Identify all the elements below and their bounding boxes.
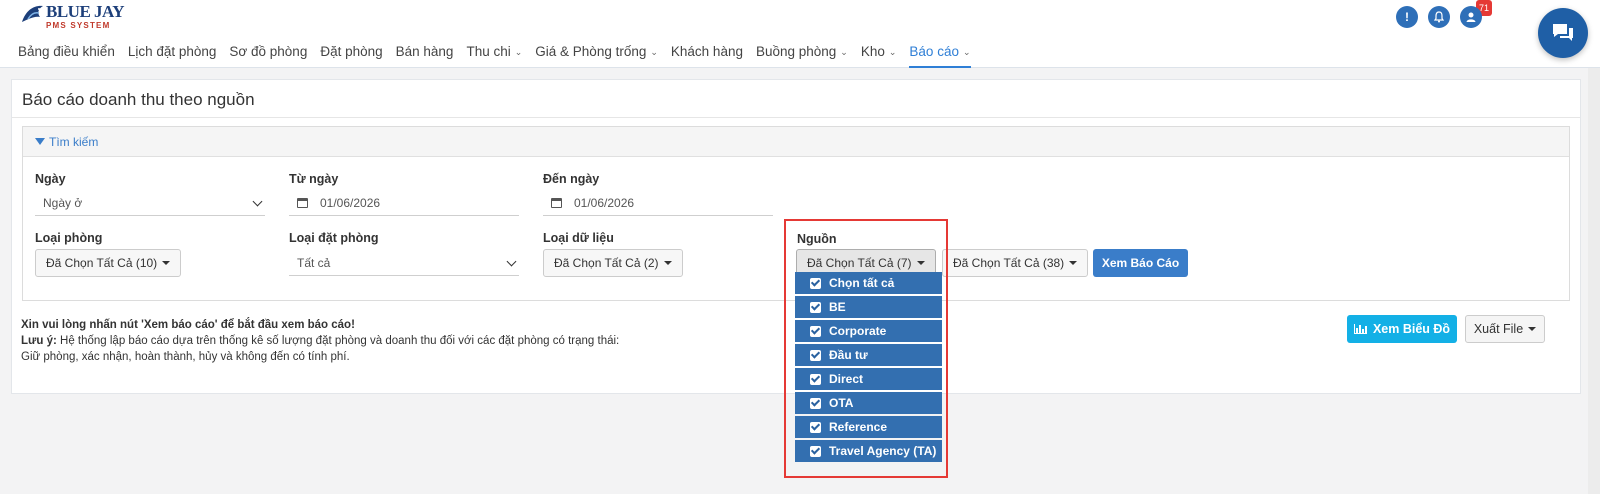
- nav-item-label: Kho: [860, 44, 885, 59]
- to-date-input[interactable]: 01/06/2026: [543, 190, 773, 216]
- date-type-select[interactable]: Ngày ở: [35, 190, 265, 216]
- bird-logo-icon: [22, 5, 43, 22]
- divider: [12, 117, 1580, 118]
- brand-name: BLUE JAY: [46, 2, 125, 21]
- nav-item-label: Bảng điều khiển: [18, 44, 115, 59]
- bell-icon[interactable]: [1428, 6, 1450, 28]
- chevron-down-icon: ⌄: [962, 47, 971, 57]
- report-note: Xin vui lòng nhấn nút 'Xem báo cáo' để b…: [21, 317, 619, 365]
- highlight-box: [784, 219, 948, 478]
- chevron-down-icon: [252, 196, 263, 207]
- calendar-icon: [551, 197, 562, 208]
- nav-item-label: Đặt phòng: [320, 44, 383, 59]
- nav-item[interactable]: Bảng điều khiển: [18, 40, 115, 68]
- nav-item-label: Giá & Phòng trống: [535, 44, 647, 59]
- from-date-label: Từ ngày: [289, 172, 339, 186]
- nav-item[interactable]: Buồng phòng ⌄: [756, 40, 848, 68]
- brand-subtitle: PMS SYSTEM: [46, 21, 111, 30]
- nav-item[interactable]: Khách hàng: [671, 40, 743, 68]
- page-title: Báo cáo doanh thu theo nguồn: [22, 90, 255, 109]
- nav-item[interactable]: Bán hàng: [396, 40, 454, 68]
- view-report-button[interactable]: Xem Báo Cáo: [1093, 249, 1188, 277]
- nav-item[interactable]: Thu chi ⌄: [466, 40, 522, 68]
- page-scrollbar[interactable]: [1588, 68, 1600, 494]
- booking-type-label: Loại đặt phòng: [289, 231, 379, 245]
- room-type-dropdown[interactable]: Đã Chọn Tất Cả (10): [35, 249, 182, 277]
- nav-item[interactable]: Kho ⌄: [861, 40, 897, 68]
- caret-down-icon: [1528, 327, 1537, 331]
- nav-item-label: Buồng phòng: [755, 44, 837, 59]
- extra-filter-dropdown[interactable]: Đã Chọn Tất Cả (38): [942, 249, 1089, 277]
- nav-item[interactable]: Sơ đồ phòng: [229, 40, 307, 68]
- nav-item-label: Lịch đặt phòng: [127, 44, 217, 59]
- date-type-label: Ngày: [35, 172, 66, 186]
- export-file-button[interactable]: Xuất File: [1465, 315, 1545, 343]
- caret-down-icon: [1069, 261, 1078, 265]
- chevron-down-icon: ⌄: [650, 47, 658, 57]
- main-nav: Bảng điều khiển Lịch đặt phòng Sơ đồ phòng…: [18, 40, 984, 68]
- nav-item[interactable]: Lịch đặt phòng: [128, 40, 217, 68]
- from-date-input[interactable]: 01/06/2026: [289, 190, 519, 216]
- note-label: Lưu ý:: [21, 335, 57, 347]
- room-type-label: Loại phòng: [35, 231, 103, 245]
- chevron-down-icon: ⌄: [888, 47, 897, 57]
- view-chart-button[interactable]: Xem Biểu Đồ: [1347, 315, 1457, 343]
- search-panel-title: Tìm kiếm: [49, 134, 99, 149]
- caret-down-icon: [663, 261, 672, 265]
- nav-item[interactable]: Báo cáo ⌄: [909, 40, 971, 68]
- user-icon[interactable]: [1460, 6, 1482, 28]
- nav-item[interactable]: Giá & Phòng trống ⌄: [535, 40, 658, 68]
- nav-item-label: Thu chi: [466, 44, 511, 59]
- warning-icon[interactable]: !: [1396, 6, 1418, 28]
- booking-type-select[interactable]: Tất cả: [289, 250, 519, 276]
- nav-item-label: Khách hàng: [670, 44, 743, 59]
- nav-item[interactable]: Đặt phòng: [320, 40, 382, 68]
- note-description: Hệ thống lập báo cáo dựa trên thống kê s…: [56, 335, 620, 347]
- nav-item-label: Bán hàng: [395, 44, 454, 59]
- nav-item-label: Sơ đồ phòng: [229, 44, 308, 59]
- top-header: BLUE JAY PMS SYSTEM Bảng điều khiển Lịch …: [0, 0, 1600, 68]
- nav-item-label: Báo cáo: [909, 44, 959, 59]
- search-panel-toggle[interactable]: Tìm kiếm: [23, 127, 1569, 157]
- chevron-down-icon: [506, 256, 517, 267]
- note-statuses: Giữ phòng, xác nhận, hoàn thành, hủy và …: [21, 351, 350, 363]
- to-date-label: Đến ngày: [543, 172, 600, 186]
- chevron-down-icon: ⌄: [840, 47, 848, 57]
- chevron-down-icon: ⌄: [514, 47, 523, 57]
- note-instruction: Xin vui lòng nhấn nút 'Xem báo cáo' để b…: [21, 319, 355, 331]
- calendar-icon: [297, 197, 308, 208]
- brand-logo[interactable]: BLUE JAY PMS SYSTEM: [20, 2, 130, 32]
- data-type-label: Loại dữ liệu: [543, 231, 614, 245]
- caret-down-icon: [162, 261, 171, 265]
- filter-icon: [35, 138, 45, 145]
- data-type-dropdown[interactable]: Đã Chọn Tất Cả (2): [543, 249, 683, 277]
- chat-icon[interactable]: [1538, 8, 1588, 58]
- bar-chart-icon: [1353, 324, 1367, 334]
